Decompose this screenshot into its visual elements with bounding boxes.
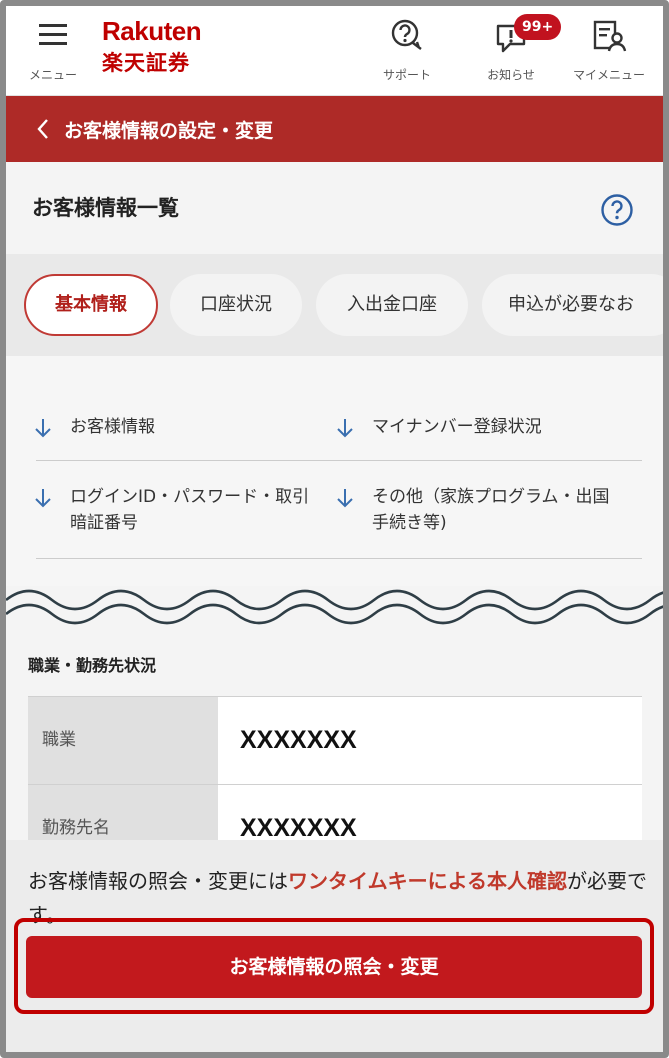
arrow-down-icon bbox=[337, 419, 353, 438]
hamburger-icon bbox=[39, 24, 67, 45]
page-title: お客様情報の設定・変更 bbox=[64, 120, 274, 142]
anchor-login-password[interactable]: ログインID・パスワード・取引 暗証番号 bbox=[34, 484, 334, 538]
divider bbox=[36, 460, 642, 461]
help-icon[interactable] bbox=[600, 193, 634, 227]
table-row: 勤務先名 XXXXXXX bbox=[28, 784, 642, 840]
verification-notice: お客様情報の照会・変更にはワンタイムキーによる本人確認が必要です。 お客様情報の… bbox=[6, 840, 663, 1052]
row-value: XXXXXXX bbox=[218, 785, 642, 840]
row-value: XXXXXXX bbox=[218, 697, 642, 784]
tab-basic-info[interactable]: 基本情報 bbox=[24, 274, 158, 336]
logo-subtitle: 楽天証券 bbox=[102, 51, 190, 75]
row-label: 勤務先名 bbox=[28, 785, 218, 840]
section-title: お客様情報一覧 bbox=[32, 196, 179, 220]
tab-deposit-account[interactable]: 入出金口座 bbox=[316, 274, 468, 336]
app-header: メニュー Rakuten 楽天証券 サポート お知らせ 99+ マイメニュー bbox=[6, 6, 663, 96]
support-button[interactable]: サポート bbox=[370, 6, 444, 96]
mymenu-label: マイメニュー bbox=[572, 68, 645, 82]
row-label: 職業 bbox=[28, 697, 218, 784]
anchor-others[interactable]: その他（家族プログラム・出国 手続き等) bbox=[336, 484, 641, 538]
support-label: サポート bbox=[382, 68, 431, 82]
occupation-section: 職業・勤務先状況 職業 XXXXXXX 勤務先名 XXXXXXX bbox=[6, 626, 663, 840]
mymenu-button[interactable]: マイメニュー bbox=[559, 6, 659, 96]
tab-application-required[interactable]: 申込が必要なお bbox=[482, 274, 663, 336]
menu-label: メニュー bbox=[28, 68, 77, 82]
tab-account-status[interactable]: 口座状況 bbox=[170, 274, 302, 336]
category-tabs: 基本情報 口座状況 入出金口座 申込が必要なお bbox=[6, 254, 663, 356]
rakuten-logo[interactable]: Rakuten 楽天証券 bbox=[102, 16, 202, 76]
arrow-down-icon bbox=[35, 419, 51, 438]
occupation-title: 職業・勤務先状況 bbox=[28, 656, 157, 675]
occupation-table: 職業 XXXXXXX 勤務先名 XXXXXXX bbox=[28, 696, 642, 840]
divider bbox=[36, 558, 642, 559]
app-frame: メニュー Rakuten 楽天証券 サポート お知らせ 99+ マイメニュー お… bbox=[0, 0, 669, 1058]
menu-button[interactable]: メニュー bbox=[20, 6, 86, 96]
support-icon bbox=[391, 19, 422, 50]
settings-title-bar[interactable]: お客様情報の設定・変更 bbox=[6, 96, 663, 162]
arrow-down-icon bbox=[337, 489, 353, 508]
notice-count-badge: 99+ bbox=[514, 14, 562, 40]
notice-emphasis: ワンタイムキーによる本人確認 bbox=[288, 869, 567, 893]
logo-wordmark: Rakuten bbox=[102, 16, 202, 46]
anchor-links: お客様情報 マイナンバー登録状況 ログインID・パスワード・取引 暗証番号 その… bbox=[6, 356, 663, 586]
chevron-left-icon bbox=[37, 119, 48, 139]
table-row: 職業 XXXXXXX bbox=[28, 696, 642, 784]
section-header: お客様情報一覧 bbox=[6, 162, 663, 254]
notice-label: お知らせ bbox=[487, 68, 535, 82]
arrow-down-icon bbox=[35, 489, 51, 508]
view-change-customer-info-button[interactable]: お客様情報の照会・変更 bbox=[26, 936, 642, 998]
mymenu-icon bbox=[593, 20, 627, 52]
